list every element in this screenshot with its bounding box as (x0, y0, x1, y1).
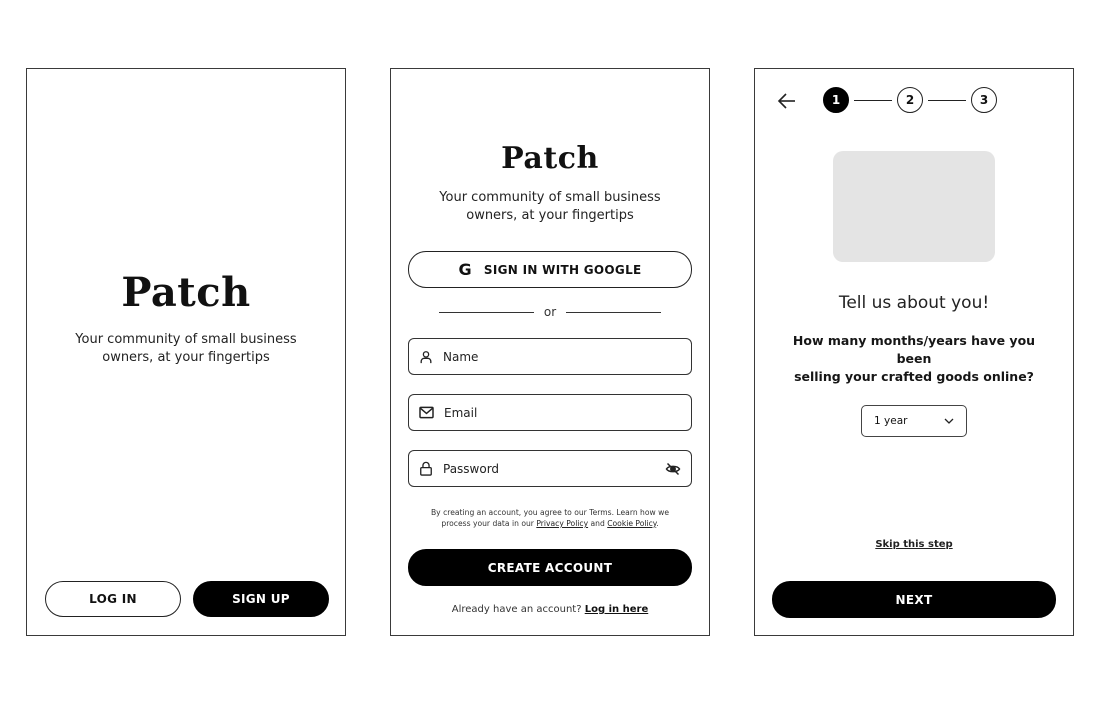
onboarding-title: Tell us about you! (838, 293, 990, 313)
create-account-label: CREATE ACCOUNT (487, 560, 613, 575)
password-field[interactable] (408, 450, 692, 487)
name-input[interactable] (443, 349, 681, 364)
google-signin-label: SIGN IN WITH GOOGLE (483, 262, 642, 277)
question-line-1: How many months/years have you been (792, 333, 1036, 366)
arrow-left-icon[interactable] (775, 89, 799, 113)
password-input[interactable] (443, 461, 665, 476)
or-divider: or (439, 305, 661, 319)
question-line-2: selling your crafted goods online? (794, 369, 1034, 384)
step-1: 1 (823, 87, 849, 113)
tagline-line-1: Your community of small business (75, 332, 297, 347)
divider-text: or (543, 305, 557, 319)
email-input[interactable] (444, 405, 681, 420)
terms-line-1: By creating an account, you agree to our… (430, 508, 670, 517)
app-logo: Patch (121, 269, 251, 316)
tagline: Your community of small business owners,… (391, 189, 709, 225)
terms-period: . (656, 519, 659, 528)
eye-off-icon[interactable] (665, 461, 681, 477)
image-placeholder (833, 151, 995, 262)
google-signin-button[interactable]: G SIGN IN WITH GOOGLE (408, 251, 692, 288)
login-link[interactable]: Log in here (585, 604, 649, 615)
user-icon (420, 350, 432, 363)
terms-and: and (590, 519, 605, 528)
step-connector (854, 99, 892, 101)
mail-icon (419, 406, 434, 419)
login-button-label: LOG IN (89, 592, 137, 606)
app-logo: Patch (501, 141, 599, 176)
signup-button[interactable]: SIGN UP (193, 581, 329, 617)
tagline-line-2: owners, at your fingertips (466, 208, 634, 223)
skip-step-link[interactable]: Skip this step (755, 539, 1073, 550)
divider-line (566, 311, 661, 313)
divider-line (439, 311, 534, 313)
step-3: 3 (971, 87, 997, 113)
cookie-policy-link[interactable]: Cookie Policy (607, 519, 656, 528)
google-icon: G (458, 260, 472, 279)
create-account-button[interactable]: CREATE ACCOUNT (408, 549, 692, 586)
tagline-line-2: owners, at your fingertips (102, 350, 270, 365)
duration-select[interactable]: 1 year (861, 405, 967, 437)
terms-line-2: process your data in our Privacy Policy … (391, 518, 709, 529)
terms-prefix: process your data in our (441, 519, 534, 528)
duration-select-value: 1 year (874, 415, 908, 427)
login-prompt-text: Already have an account? (451, 604, 582, 615)
chevron-down-icon (944, 418, 954, 424)
lock-icon (420, 461, 432, 476)
next-button-label: NEXT (895, 592, 933, 607)
onboarding-question: How many months/years have you been sell… (775, 332, 1053, 386)
next-button[interactable]: NEXT (772, 581, 1056, 618)
onboarding-screen: 1 2 3 Tell us about you! How many months… (754, 68, 1074, 636)
tagline-line-1: Your community of small business (439, 190, 661, 205)
login-prompt: Already have an account? Log in here (391, 604, 709, 615)
email-field[interactable] (408, 394, 692, 431)
signup-button-label: SIGN UP (232, 592, 290, 606)
name-field[interactable] (408, 338, 692, 375)
step-2: 2 (897, 87, 923, 113)
terms-notice: By creating an account, you agree to our… (391, 507, 709, 529)
tagline: Your community of small business owners,… (27, 331, 345, 367)
welcome-screen: Patch Your community of small business o… (26, 68, 346, 636)
progress-stepper: 1 2 3 (823, 87, 997, 113)
login-button[interactable]: LOG IN (45, 581, 181, 617)
privacy-policy-link[interactable]: Privacy Policy (536, 519, 588, 528)
signup-screen: Patch Your community of small business o… (390, 68, 710, 636)
step-connector (928, 99, 966, 101)
